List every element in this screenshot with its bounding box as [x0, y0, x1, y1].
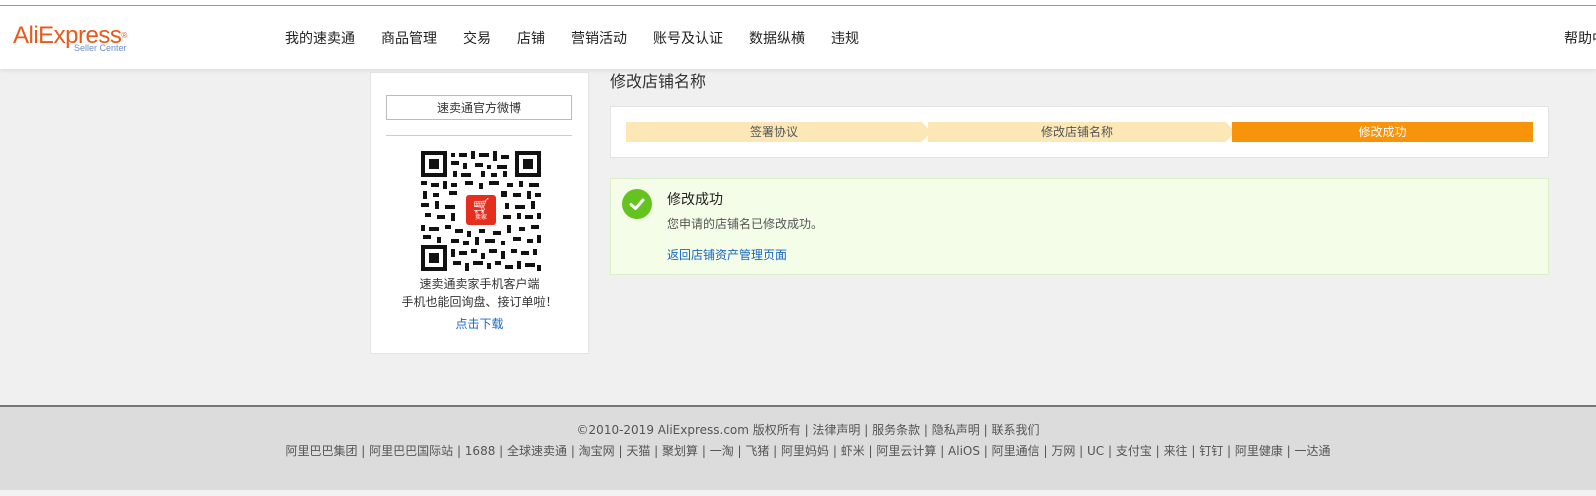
help-link[interactable]: 帮助中: [1564, 28, 1596, 48]
main-nav: 我的速卖通 商品管理 交易 店铺 营销活动 账号及认证 数据纵横 违规: [285, 6, 885, 69]
success-description: 您申请的店铺名已修改成功。: [667, 217, 824, 231]
cart-icon: 🛒︎: [471, 197, 491, 215]
steps-track: 签署协议 修改店铺名称 修改成功: [626, 122, 1533, 142]
footer-group-links[interactable]: 阿里巴巴集团 | 阿里巴巴国际站 | 1688 | 全球速卖通 | 淘宝网 | …: [0, 442, 1596, 459]
nav-item-my-aliexpress[interactable]: 我的速卖通: [285, 28, 355, 48]
footer: ©2010-2019 AliExpress.com 版权所有 | 法律声明 | …: [0, 405, 1596, 496]
success-message: 修改成功 您申请的店铺名已修改成功。 返回店铺资产管理页面: [610, 178, 1549, 275]
nav-item-products[interactable]: 商品管理: [381, 28, 437, 48]
sidebar-app-promo: 速卖通官方微博 🛒︎ 卖家 速卖通卖家手机客户端 手机也能回询盘、接订单啦！ 点…: [370, 72, 589, 354]
logo-subtitle: Seller Center: [74, 43, 127, 53]
download-link[interactable]: 点击下载: [371, 315, 588, 332]
step-change-name: 修改店铺名称: [928, 122, 1226, 142]
top-header: AliExpress® Seller Center 我的速卖通 商品管理 交易 …: [0, 6, 1596, 69]
bottom-strip: [0, 490, 1596, 496]
nav-item-violations[interactable]: 违规: [831, 28, 859, 48]
aliexpress-logo[interactable]: AliExpress® Seller Center: [13, 24, 143, 58]
success-title: 修改成功: [667, 192, 723, 208]
app-badge-label: 卖家: [474, 214, 487, 221]
nav-item-account[interactable]: 账号及认证: [653, 28, 723, 48]
app-promo-line2: 手机也能回询盘、接订单啦！: [401, 295, 558, 309]
progress-steps: 签署协议 修改店铺名称 修改成功: [610, 106, 1549, 158]
sidebar-divider: [386, 135, 572, 136]
app-badge-icon: 🛒︎ 卖家: [466, 195, 496, 225]
nav-item-marketing[interactable]: 营销活动: [571, 28, 627, 48]
footer-copyright-links[interactable]: ©2010-2019 AliExpress.com 版权所有 | 法律声明 | …: [0, 421, 1596, 438]
qr-code: 🛒︎ 卖家: [421, 151, 541, 271]
nav-item-data[interactable]: 数据纵横: [749, 28, 805, 48]
step-success: 修改成功: [1232, 122, 1533, 142]
nav-item-transactions[interactable]: 交易: [463, 28, 491, 48]
app-promo-line1: 速卖通卖家手机客户端: [419, 277, 540, 291]
nav-item-store[interactable]: 店铺: [517, 28, 545, 48]
page-title: 修改店铺名称: [610, 72, 707, 91]
back-to-store-assets-link[interactable]: 返回店铺资产管理页面: [667, 246, 787, 263]
success-check-icon: [622, 189, 652, 219]
step-sign-agreement: 签署协议: [626, 122, 922, 142]
weibo-button[interactable]: 速卖通官方微博: [386, 95, 572, 120]
